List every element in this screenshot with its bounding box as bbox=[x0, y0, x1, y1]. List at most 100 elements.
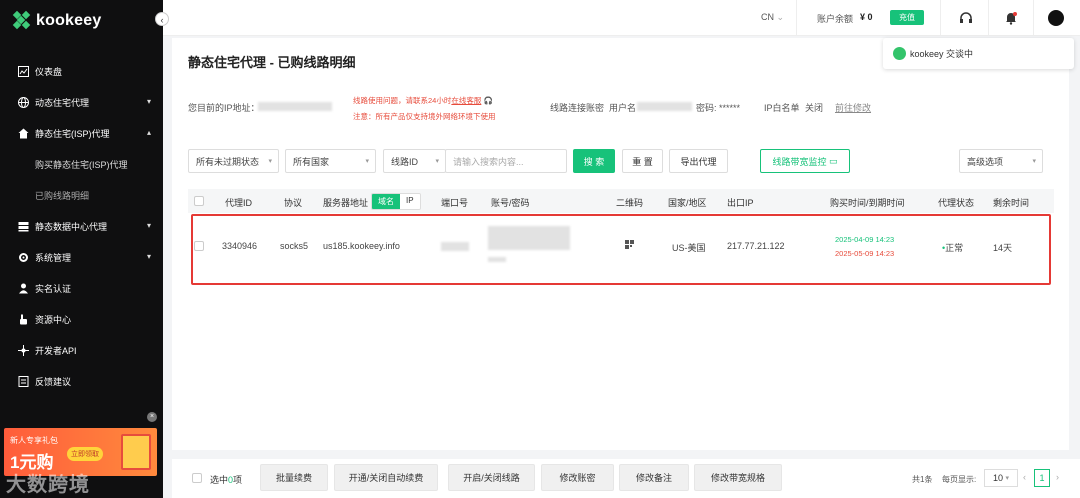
kookeey-logo-icon bbox=[12, 10, 32, 30]
header-account: 账号/密码 bbox=[491, 198, 530, 208]
per-page-label: 每页显示: bbox=[942, 475, 977, 484]
warning-text: 线路使用问题，请联系24小时 bbox=[353, 96, 452, 105]
selected-count: 选中0项 bbox=[210, 473, 242, 486]
page-title: 静态住宅代理 - 已购线路明细 bbox=[188, 55, 356, 70]
sidebar-item-label: 实名认证 bbox=[35, 284, 72, 294]
sidebar-item-system[interactable]: 系统管理 ▾ bbox=[0, 242, 163, 273]
header-remaining: 剩余时间 bbox=[993, 198, 1030, 208]
modify-credentials-button[interactable]: 修改账密 bbox=[541, 464, 614, 491]
header-exit-ip: 出口IP bbox=[727, 198, 754, 208]
header-status: 代理状态 bbox=[938, 198, 975, 208]
sidebar-item-label: 系统管理 bbox=[35, 253, 72, 263]
bell-icon[interactable] bbox=[1004, 11, 1018, 27]
sidebar-item-developer-api[interactable]: 开发者API bbox=[0, 335, 163, 366]
sidebar-item-dynamic-residential[interactable]: 动态住宅代理 ▾ bbox=[0, 87, 163, 118]
promo-title: 新人专享礼包 bbox=[10, 436, 58, 445]
user-icon bbox=[17, 283, 29, 295]
export-button[interactable]: 导出代理 bbox=[669, 149, 728, 173]
table-header: 代理ID 协议 服务器地址 域名 IP 端口号 账号/密码 二维码 国家/地区 … bbox=[188, 189, 1054, 213]
toggle-ip[interactable]: IP bbox=[400, 194, 420, 209]
search-placeholder: 请输入搜索内容... bbox=[453, 156, 524, 167]
modify-bandwidth-button[interactable]: 修改带宽规格 bbox=[694, 464, 782, 491]
search-input[interactable]: 请输入搜索内容... bbox=[445, 149, 567, 173]
sidebar-item-verification[interactable]: 实名认证 bbox=[0, 273, 163, 304]
sidebar-item-feedback[interactable]: 反馈建议 bbox=[0, 366, 163, 397]
sidebar-item-purchased-lines[interactable]: 已购线路明细 bbox=[0, 180, 163, 211]
chat-popup[interactable]: kookeey 交谈中 bbox=[883, 38, 1074, 69]
select-all-checkbox[interactable] bbox=[194, 196, 204, 206]
warning-line-1: 线路使用问题，请联系24小时在线客服 🎧 bbox=[353, 95, 493, 106]
watermark: 大数跨境 bbox=[6, 468, 90, 497]
sidebar-item-dashboard[interactable]: 仪表盘 bbox=[0, 56, 163, 87]
gear-icon bbox=[17, 252, 29, 264]
watermark-text: 大数跨境 bbox=[6, 474, 90, 496]
country-filter[interactable]: 所有国家 ▾ bbox=[285, 149, 376, 173]
chevron-down-icon: ▾ bbox=[146, 252, 151, 261]
promo-button[interactable]: 立即领取 bbox=[67, 447, 103, 461]
whitelist-value: 关闭 bbox=[805, 103, 824, 113]
prev-page-icon[interactable]: ‹ bbox=[1023, 472, 1026, 482]
home-icon bbox=[17, 128, 29, 140]
warning-line-2: 注意：所有产品仅支持境外网络环境下使用 bbox=[353, 112, 496, 121]
header-server: 服务器地址 bbox=[323, 198, 369, 208]
logo[interactable]: kookeey bbox=[12, 10, 101, 30]
language-select[interactable]: CN ⌄ bbox=[761, 12, 784, 23]
search-field-select[interactable]: 线路ID ▾ bbox=[383, 149, 446, 173]
chevron-left-icon[interactable]: ‹ bbox=[155, 12, 169, 26]
sidebar-item-datacenter[interactable]: 静态数据中心代理 ▾ bbox=[0, 211, 163, 242]
search-button[interactable]: 搜 索 bbox=[573, 149, 615, 173]
recharge-button[interactable]: 充值 bbox=[890, 10, 924, 25]
username-label: 用户名 bbox=[609, 103, 637, 113]
modify-note-button[interactable]: 修改备注 bbox=[619, 464, 689, 491]
sidebar-item-label: 购买静态住宅(ISP)代理 bbox=[35, 160, 128, 170]
header-time: 购买时间/到期时间 bbox=[830, 198, 905, 208]
chat-text: kookeey 交谈中 bbox=[910, 49, 974, 59]
whitelist-modify-link[interactable]: 前往修改 bbox=[835, 101, 871, 114]
sidebar-item-buy-isp[interactable]: 购买静态住宅(ISP)代理 bbox=[0, 149, 163, 180]
chevron-down-icon: ▾ bbox=[146, 97, 151, 106]
online-support-link[interactable]: 在线客服 bbox=[451, 96, 481, 105]
header-port: 端口号 bbox=[441, 198, 469, 208]
sidebar-item-resources[interactable]: 资源中心 bbox=[0, 304, 163, 335]
sidebar-item-label: 开发者API bbox=[35, 346, 77, 356]
sidebar-item-label: 静态数据中心代理 bbox=[35, 222, 108, 232]
toggle-domain[interactable]: 域名 bbox=[372, 194, 400, 209]
sidebar-item-static-isp[interactable]: 静态住宅(ISP)代理 ▴ bbox=[0, 118, 163, 149]
bandwidth-monitor-button[interactable]: 线路带宽监控 ▭ bbox=[760, 149, 850, 173]
password-label: 密码: ****** bbox=[696, 103, 741, 113]
auto-renew-toggle-button[interactable]: 开通/关闭自动续费 bbox=[334, 464, 438, 491]
monitor-icon: ▭ bbox=[829, 155, 838, 166]
chevron-down-icon: ▾ bbox=[435, 158, 439, 165]
sidebar-item-label: 已购线路明细 bbox=[35, 191, 90, 201]
reset-button[interactable]: 重 置 bbox=[622, 149, 663, 173]
ip-value-blurred bbox=[258, 101, 332, 112]
sidebar-item-label: 静态住宅(ISP)代理 bbox=[35, 129, 110, 139]
highlight-box bbox=[191, 214, 1051, 285]
page-current[interactable]: 1 bbox=[1034, 469, 1050, 487]
selected-suffix: 项 bbox=[233, 475, 243, 485]
headset-icon[interactable] bbox=[959, 11, 973, 27]
dashboard-icon bbox=[17, 66, 29, 78]
advanced-options[interactable]: 高级选项 ▾ bbox=[959, 149, 1043, 173]
divider bbox=[940, 0, 941, 36]
next-page-icon[interactable]: › bbox=[1056, 472, 1059, 482]
language-label: CN bbox=[761, 12, 774, 22]
chevron-down-icon: ▾ bbox=[1005, 475, 1010, 482]
gift-icon bbox=[121, 434, 151, 470]
toggle-line-button[interactable]: 开启/关闭线路 bbox=[448, 464, 535, 491]
sidebar-item-label: 资源中心 bbox=[35, 315, 72, 325]
header-qr: 二维码 bbox=[616, 198, 644, 208]
api-icon bbox=[17, 345, 29, 357]
server-display-toggle[interactable]: 域名 IP bbox=[371, 193, 421, 210]
top-bar: CN ⌄ 账户余额 ¥ 0 充值 bbox=[163, 0, 1080, 36]
per-page-select[interactable]: 10 ▾ bbox=[984, 469, 1018, 487]
sidebar-menu: 仪表盘 动态住宅代理 ▾ 静态住宅(ISP)代理 ▴ 购买静态住宅(ISP)代理… bbox=[0, 56, 163, 397]
chevron-down-icon: ▾ bbox=[146, 221, 151, 230]
select-all-bottom-checkbox[interactable] bbox=[192, 473, 202, 483]
sidebar-item-label: 仪表盘 bbox=[35, 67, 63, 77]
sidebar-item-label: 反馈建议 bbox=[35, 377, 72, 387]
batch-renew-button[interactable]: 批量续费 bbox=[260, 464, 328, 491]
close-icon[interactable]: × bbox=[147, 412, 157, 422]
avatar[interactable] bbox=[1048, 10, 1064, 26]
status-filter[interactable]: 所有未过期状态 ▾ bbox=[188, 149, 279, 173]
